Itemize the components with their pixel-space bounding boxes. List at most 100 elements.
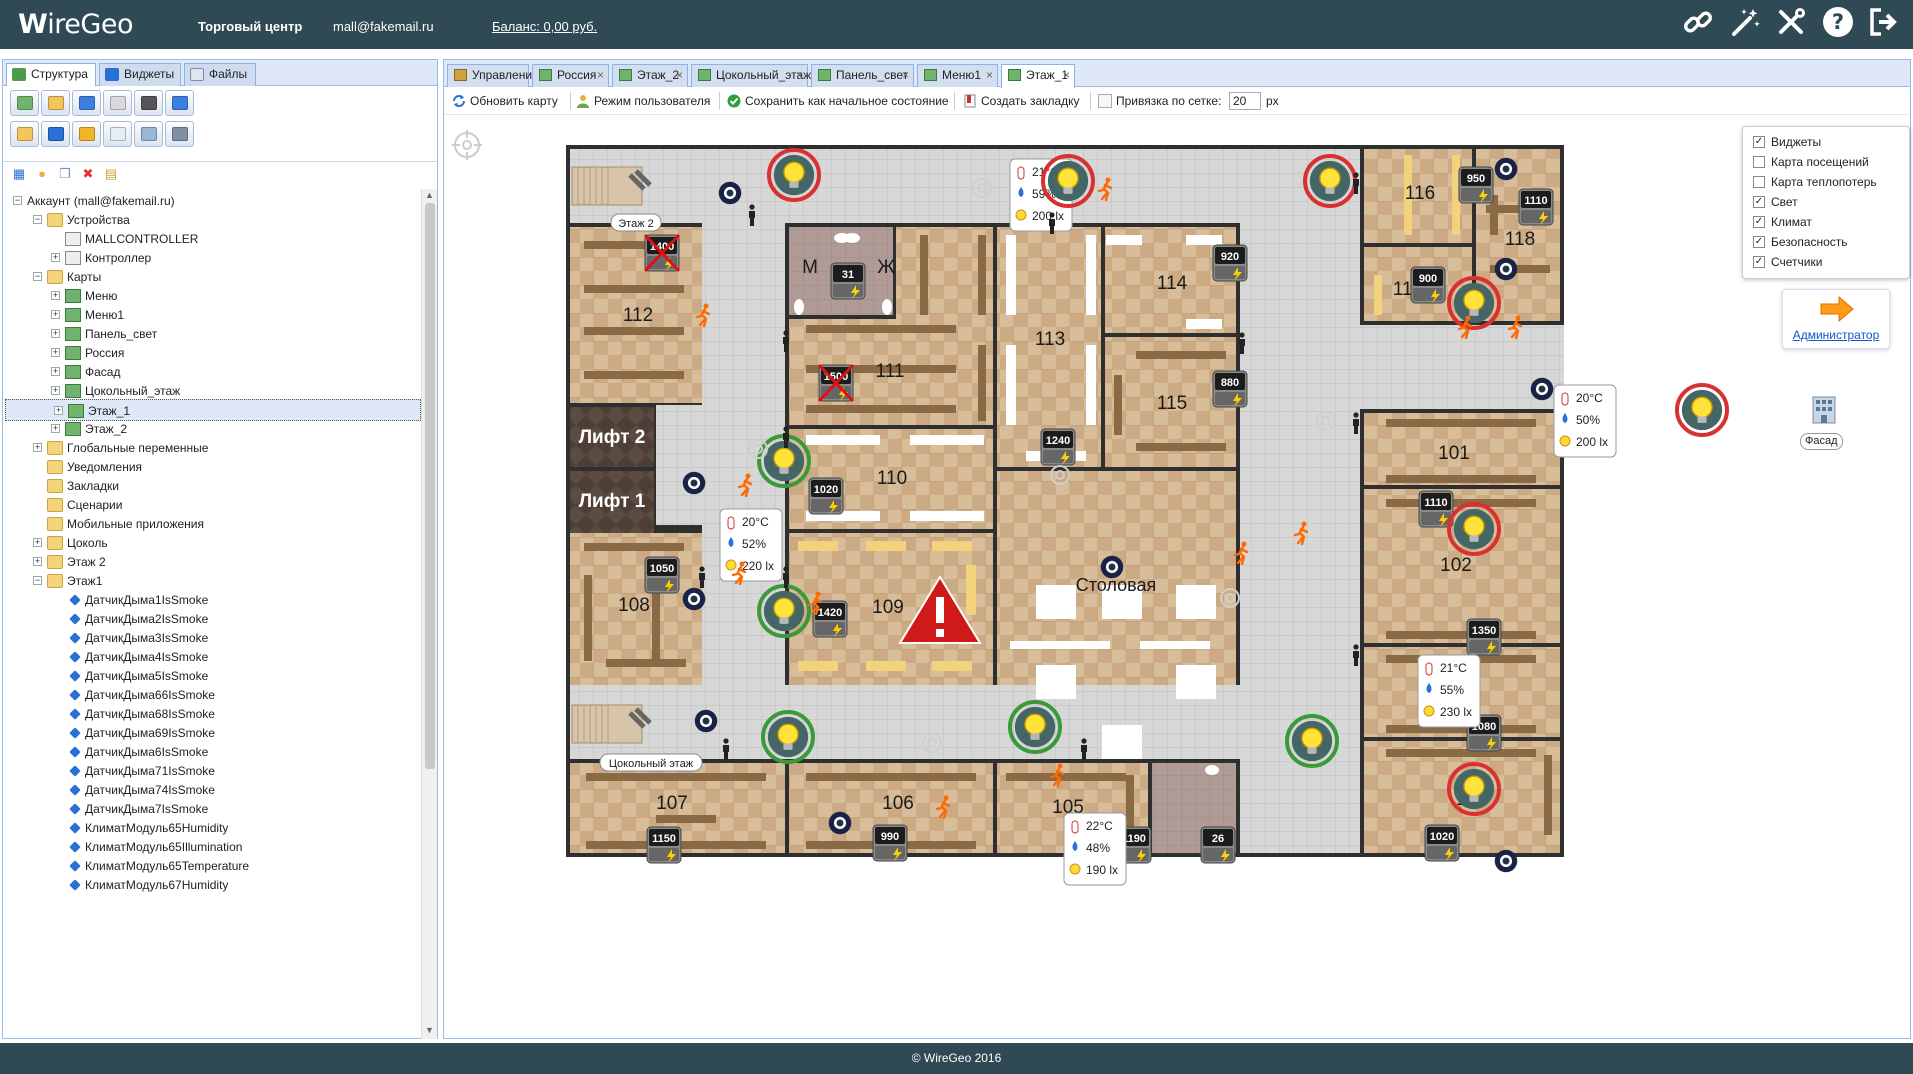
climate-widget[interactable]: 20°C 50% 200 lx [1553, 384, 1617, 458]
map-tab[interactable]: Управление [447, 64, 539, 87]
open-folder-button[interactable] [41, 90, 70, 116]
scroll-thumb[interactable] [425, 203, 435, 769]
close-tab-icon[interactable]: × [796, 65, 803, 86]
light-switch[interactable] [1285, 714, 1339, 768]
energy-meter[interactable]: 1350 [1466, 618, 1502, 656]
snap-grid-toggle[interactable]: Привязка по сетке: [1098, 93, 1221, 109]
camera-icon[interactable] [828, 811, 852, 835]
camera-icon[interactable] [1100, 555, 1124, 579]
tree-toggle-icon[interactable]: + [33, 443, 42, 452]
camera-icon[interactable] [1494, 157, 1518, 181]
floor-plan[interactable]: 1121111101091081131141151161171181011021… [566, 145, 1786, 1017]
energy-meter[interactable]: 920 [1212, 244, 1248, 282]
energy-meter[interactable]: 26 [1200, 826, 1236, 864]
help-icon[interactable]: ? [1820, 6, 1856, 42]
layer-checkbox[interactable]: ✓ [1753, 136, 1765, 148]
light-switch[interactable] [1675, 383, 1729, 437]
legend-layer-toggle[interactable]: ✓ Безопасность [1753, 233, 1848, 251]
tree-toggle-icon[interactable]: − [33, 215, 42, 224]
energy-meter[interactable]: 900 [1410, 266, 1446, 304]
legend-layer-toggle[interactable]: ✓ Климат [1753, 213, 1812, 231]
layer-checkbox[interactable]: ✓ [1753, 256, 1765, 268]
climate-widget[interactable]: 21°C 55% 230 lx [1417, 654, 1481, 728]
camera-icon[interactable] [1494, 257, 1518, 281]
map-tab[interactable]: Меню1 × [917, 64, 998, 87]
wiregeo-logo[interactable]: WireGeo [18, 9, 133, 40]
tree-toggle-icon[interactable]: − [33, 272, 42, 281]
user-mode-button[interactable]: Режим пользователя [576, 93, 710, 109]
delete-icon[interactable]: ✖ [81, 167, 95, 180]
tree-toggle-icon[interactable]: + [51, 367, 60, 376]
layer-checkbox[interactable]: ✓ [1753, 196, 1765, 208]
light-switch[interactable] [767, 148, 821, 202]
tree-toggle-icon[interactable]: + [51, 253, 60, 262]
stairs-floor2[interactable] [571, 166, 652, 206]
light-switch[interactable] [1008, 700, 1062, 754]
camera-icon[interactable] [1530, 377, 1554, 401]
add-node-icon[interactable]: ▦ [12, 167, 26, 180]
close-tab-icon[interactable]: × [597, 65, 604, 86]
camera-icon[interactable] [718, 181, 742, 205]
camera-icon[interactable] [1494, 849, 1518, 873]
tree-toggle-icon[interactable]: + [33, 557, 42, 566]
energy-meter[interactable]: 1400 [643, 233, 681, 273]
link-icon[interactable] [1680, 6, 1716, 42]
scroll-down-icon[interactable]: ▼ [425, 1025, 434, 1035]
light-switch[interactable] [1447, 762, 1501, 816]
snap-size-input[interactable]: 20 [1229, 92, 1261, 110]
energy-meter[interactable]: 1110 [1418, 490, 1454, 528]
tab-structure[interactable]: Структура [6, 63, 96, 87]
map-tab[interactable]: Этаж_2 × [612, 64, 688, 87]
energy-meter[interactable]: 880 [1212, 370, 1248, 408]
copy-icon[interactable]: ❐ [58, 167, 72, 180]
close-tab-icon[interactable]: × [902, 65, 909, 86]
logout-icon[interactable] [1866, 6, 1902, 42]
admin-link[interactable]: Администратор [1783, 328, 1889, 342]
map-tab[interactable]: Россия × [532, 64, 609, 87]
tree-scrollbar[interactable]: ▲ ▼ [421, 189, 437, 1039]
tree-toggle-icon[interactable]: + [51, 329, 60, 338]
camera-icon[interactable] [694, 709, 718, 733]
layer-checkbox[interactable] [1753, 156, 1765, 168]
tools-icon[interactable] [1773, 6, 1809, 42]
light-switch[interactable] [1041, 154, 1095, 208]
stairs-basement[interactable] [571, 704, 652, 744]
admin-widget[interactable]: Администратор [1782, 289, 1890, 349]
energy-meter[interactable]: 950 [1458, 166, 1494, 204]
camera-icon[interactable] [682, 587, 706, 611]
energy-meter[interactable]: 1020 [1424, 824, 1460, 862]
facade-widget[interactable]: Фасад [1800, 394, 1846, 454]
alert-button[interactable] [72, 121, 101, 147]
add-object-button[interactable] [72, 90, 101, 116]
tree-toggle-icon[interactable]: + [51, 310, 60, 319]
window-button[interactable] [165, 90, 194, 116]
save-initial-state-button[interactable]: Сохранить как начальное состояние [727, 93, 949, 109]
add-user-icon[interactable]: ● [35, 167, 49, 180]
user-button[interactable] [10, 121, 39, 147]
energy-meter[interactable]: 1110 [1518, 188, 1554, 226]
layer-checkbox[interactable]: ✓ [1753, 236, 1765, 248]
pan-control-icon[interactable] [452, 130, 482, 160]
legend-layer-toggle[interactable]: ✓ Виджеты [1753, 133, 1821, 151]
refresh-map-button[interactable]: Обновить карту [452, 93, 558, 109]
close-tab-icon[interactable]: × [1063, 65, 1070, 86]
light-switch[interactable] [1447, 276, 1501, 330]
energy-meter[interactable]: 990 [872, 824, 908, 862]
balance-link[interactable]: Баланс: 0,00 руб. [492, 19, 597, 34]
legend-layer-toggle[interactable]: Карта посещений [1753, 153, 1869, 171]
energy-meter[interactable]: 1500 [817, 363, 855, 403]
table-button[interactable] [134, 121, 163, 147]
tab-files[interactable]: Файлы [184, 63, 256, 86]
legend-layer-toggle[interactable]: Карта теплопотерь [1753, 173, 1877, 191]
create-bookmark-button[interactable]: Создать закладку [963, 93, 1080, 109]
tree-toggle-icon[interactable]: + [51, 348, 60, 357]
light-switch[interactable] [757, 584, 811, 638]
energy-meter[interactable]: 1240 [1040, 428, 1076, 466]
energy-meter[interactable]: 1150 [646, 826, 682, 864]
layer-checkbox[interactable]: ✓ [1753, 216, 1765, 228]
snap-checkbox[interactable] [1098, 94, 1112, 108]
map-tab[interactable]: Этаж_1 × [1001, 64, 1075, 88]
tree-toggle-icon[interactable]: + [51, 386, 60, 395]
climate-widget[interactable]: 20°C 52% 220 lx [719, 508, 783, 582]
energy-meter[interactable]: 31 [830, 262, 866, 300]
